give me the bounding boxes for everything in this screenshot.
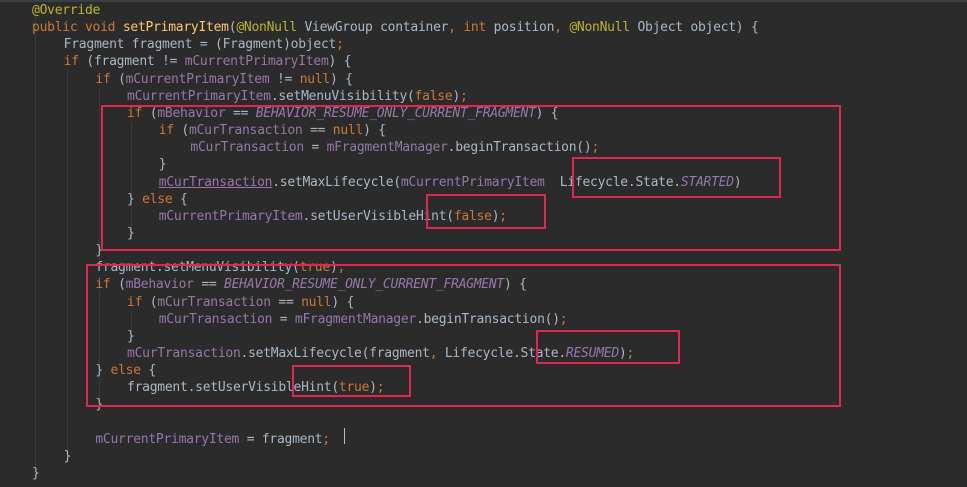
- code-token: }: [32, 466, 40, 482]
- code-token: if: [95, 71, 119, 87]
- code-line[interactable]: if (fragment != mCurrentPrimaryItem) {: [64, 53, 352, 70]
- code-token: ;: [336, 37, 344, 53]
- code-token: ) {: [328, 54, 352, 70]
- highlight-box-started: [572, 157, 781, 198]
- indent-guide: [67, 70, 68, 460]
- code-line[interactable]: mCurrentPrimaryItem.setMenuVisibility(fa…: [127, 88, 468, 105]
- code-line[interactable]: }: [32, 465, 40, 482]
- code-token: (: [118, 71, 126, 87]
- code-line[interactable]: }: [64, 448, 72, 465]
- indent-guide: [99, 88, 100, 260]
- code-line[interactable]: public void setPrimaryItem(@NonNull View…: [32, 19, 759, 36]
- code-token: mCurrentPrimaryItem: [95, 431, 240, 447]
- code-token: int: [463, 20, 494, 36]
- code-token: setPrimaryItem: [122, 20, 229, 36]
- code-token: .setMenuVisibility(: [270, 88, 415, 104]
- code-token: null: [299, 71, 331, 87]
- code-token: mCurrentPrimaryItem: [125, 71, 270, 87]
- code-token: ;: [322, 431, 330, 447]
- code-token: ,: [554, 20, 570, 36]
- code-line[interactable]: mCurrentPrimaryItem = fragment;: [95, 431, 330, 448]
- code-token: ;: [460, 88, 468, 104]
- highlight-box-resumed-branch: [86, 264, 841, 407]
- code-token: ViewGroup container: [296, 20, 449, 36]
- code-token: ) {: [329, 71, 353, 87]
- code-token: ,: [448, 20, 464, 36]
- code-token: Fragment fragment = (Fragment)object: [63, 37, 337, 53]
- code-token: (fragment !=: [86, 54, 185, 70]
- code-token: public void: [32, 20, 123, 36]
- code-token: mCurrentPrimaryItem: [127, 88, 271, 104]
- highlight-box-resumed: [536, 330, 680, 364]
- code-token: @Override: [32, 3, 101, 18]
- highlight-box-hint-false: [426, 194, 546, 229]
- code-token: !=: [269, 71, 300, 87]
- code-token: if: [63, 54, 87, 70]
- editor-top-border: [0, 0, 967, 2]
- code-token: }: [63, 448, 72, 464]
- code-token: ): [452, 88, 461, 104]
- text-cursor: [344, 428, 345, 444]
- code-token: Object object) {: [629, 20, 759, 36]
- code-line[interactable]: if (mCurrentPrimaryItem != null) {: [95, 71, 353, 88]
- indent-guide: [35, 2, 36, 470]
- code-token: false: [414, 88, 453, 104]
- code-token: mCurrentPrimaryItem: [184, 54, 329, 70]
- code-line[interactable]: Fragment fragment = (Fragment)object;: [64, 36, 344, 53]
- code-token: = fragment: [239, 431, 323, 447]
- code-token: @NonNull: [569, 20, 630, 36]
- code-line[interactable]: @Override: [32, 2, 100, 19]
- code-token: position: [493, 20, 555, 36]
- highlight-box-hint-true: [292, 365, 411, 397]
- code-token: @NonNull: [236, 20, 297, 36]
- code-editor[interactable]: @Override public void setPrimaryItem(@Non…: [0, 0, 967, 487]
